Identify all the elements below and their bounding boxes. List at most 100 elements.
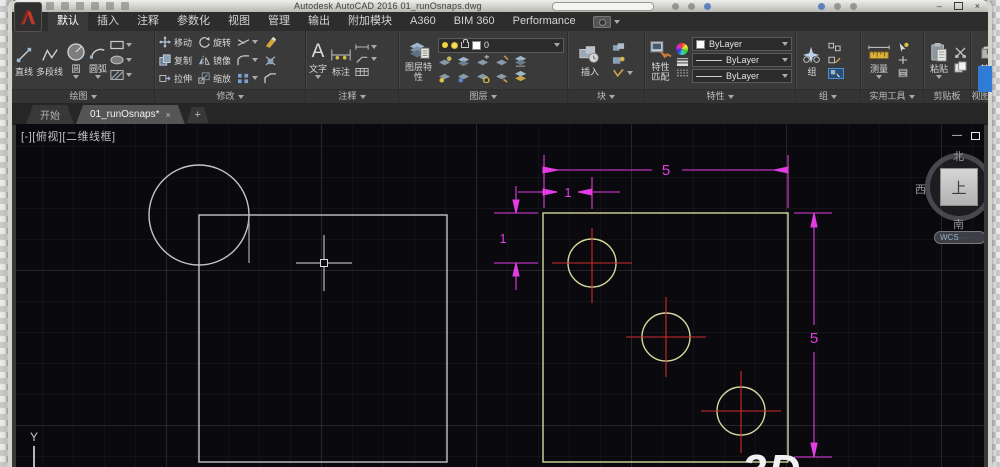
linear-dim-button[interactable] bbox=[355, 43, 377, 51]
paste-button[interactable]: 粘贴 bbox=[927, 41, 951, 79]
match-properties-button[interactable]: 特性匹配 bbox=[648, 39, 673, 82]
panel-label-modify[interactable]: 修改 bbox=[155, 89, 305, 103]
tab-annotate[interactable]: 注释 bbox=[128, 12, 168, 31]
layer-tool-icon[interactable] bbox=[514, 55, 529, 68]
array-button[interactable] bbox=[237, 73, 258, 84]
text-button[interactable]: A 文字 bbox=[309, 41, 327, 79]
block-attributes-button[interactable] bbox=[612, 68, 633, 78]
minimize-button[interactable]: – bbox=[937, 1, 942, 11]
measure-button[interactable]: 测量 bbox=[864, 41, 894, 79]
layer-dropdown[interactable]: 0 bbox=[438, 38, 564, 53]
cut-icon[interactable] bbox=[954, 47, 967, 58]
panel-label-utilities[interactable]: 实用工具 bbox=[861, 89, 923, 103]
layer-properties-button[interactable]: 图层特性 bbox=[402, 39, 435, 82]
lineweight-icon[interactable] bbox=[676, 57, 689, 66]
point-style-button[interactable] bbox=[897, 55, 909, 65]
stretch-button[interactable]: 拉伸 bbox=[159, 69, 192, 87]
edit-block-button[interactable] bbox=[612, 55, 633, 65]
tab-bim360[interactable]: BIM 360 bbox=[445, 12, 504, 31]
viewport-minimize-icon[interactable]: — bbox=[952, 130, 962, 141]
tab-manage[interactable]: 管理 bbox=[259, 12, 299, 31]
layer-unlock-icon[interactable] bbox=[461, 42, 469, 48]
file-tab-close-icon[interactable]: × bbox=[166, 110, 171, 120]
infocenter-search-input[interactable] bbox=[552, 2, 654, 11]
copy-button[interactable]: 复制 bbox=[159, 51, 192, 69]
recorder-button[interactable] bbox=[593, 12, 620, 31]
fillet-button[interactable] bbox=[237, 55, 258, 66]
layer-tool-icon[interactable] bbox=[495, 55, 510, 68]
linetype-dropdown[interactable]: ByLayer bbox=[692, 69, 792, 83]
panel-label-properties[interactable]: 特性 bbox=[645, 89, 795, 103]
layer-tool-icon[interactable] bbox=[495, 70, 510, 83]
panel-label-group[interactable]: 组 bbox=[796, 89, 860, 103]
layer-tool-icon[interactable] bbox=[476, 55, 491, 68]
layer-tool-icon[interactable] bbox=[438, 70, 453, 83]
scale-button[interactable]: 缩放 bbox=[198, 69, 231, 87]
drawing-canvas[interactable]: 5 1 1 5 [-][俯视][二维线框] — × 北 南 西 东 上 WCS … bbox=[16, 124, 984, 467]
table-button[interactable] bbox=[355, 67, 377, 77]
panel-label-block[interactable]: 块 bbox=[568, 89, 644, 103]
viewcube-west-label[interactable]: 西 bbox=[915, 181, 926, 197]
arc-button[interactable]: 圆弧 bbox=[89, 41, 107, 79]
hatch-button[interactable] bbox=[110, 69, 132, 81]
tab-performance[interactable]: Performance bbox=[504, 12, 585, 31]
object-color-dropdown[interactable]: ByLayer bbox=[692, 37, 792, 51]
new-drawing-tab-button[interactable]: + bbox=[187, 107, 209, 123]
tab-view[interactable]: 视图 bbox=[219, 12, 259, 31]
panel-label-draw[interactable]: 绘图 bbox=[12, 89, 154, 103]
wcs-dropdown[interactable]: WCS ··· bbox=[934, 231, 984, 244]
layer-tool-icon[interactable] bbox=[438, 55, 453, 68]
group-button[interactable]: 组 bbox=[799, 44, 825, 77]
quick-access-toolbar[interactable] bbox=[46, 2, 129, 10]
mirror-button[interactable]: 镜像 bbox=[198, 51, 231, 69]
calculator-button[interactable] bbox=[897, 68, 909, 78]
panel-label-layers[interactable]: 图层 bbox=[399, 89, 567, 103]
trim-button[interactable] bbox=[237, 37, 258, 48]
viewcube-north-label[interactable]: 北 bbox=[953, 148, 964, 164]
tab-insert[interactable]: 插入 bbox=[88, 12, 128, 31]
viewport-controls-label[interactable]: [-][俯视][二维线框] bbox=[21, 128, 116, 144]
panel-label-annotate[interactable]: 注释 bbox=[306, 89, 398, 103]
tab-addins[interactable]: 附加模块 bbox=[339, 12, 401, 31]
move-button[interactable]: 移动 bbox=[159, 33, 192, 51]
color-wheel-icon[interactable] bbox=[676, 43, 689, 55]
application-menu-button[interactable] bbox=[14, 2, 42, 32]
close-button[interactable]: × bbox=[975, 1, 980, 11]
chamfer-button[interactable] bbox=[264, 73, 277, 84]
lineweight-dropdown[interactable]: ByLayer bbox=[692, 53, 792, 67]
ungroup-button[interactable] bbox=[828, 42, 844, 52]
polyline-button[interactable]: 多段线 bbox=[36, 44, 63, 77]
tab-parametric[interactable]: 参数化 bbox=[168, 12, 219, 31]
file-tab-start[interactable]: 开始 bbox=[26, 105, 74, 124]
layer-tool-icon[interactable] bbox=[514, 70, 529, 83]
layer-on-icon[interactable] bbox=[442, 42, 448, 48]
group-edit-button[interactable] bbox=[828, 55, 844, 65]
insert-block-button[interactable]: 插入 bbox=[571, 44, 609, 77]
tab-output[interactable]: 输出 bbox=[299, 12, 339, 31]
infocenter-icons[interactable] bbox=[672, 3, 711, 10]
copy-clip-icon[interactable] bbox=[954, 61, 967, 73]
rectangle-button[interactable] bbox=[110, 39, 132, 51]
group-selection-toggle[interactable] bbox=[828, 68, 844, 79]
viewcube-top-face[interactable]: 上 bbox=[940, 168, 978, 206]
linetype-icon[interactable] bbox=[676, 68, 689, 77]
layer-color-swatch[interactable] bbox=[472, 41, 481, 50]
dimension-button[interactable]: 标注 bbox=[330, 44, 352, 77]
tab-a360[interactable]: A360 bbox=[401, 12, 445, 31]
rotate-button[interactable]: 旋转 bbox=[198, 33, 231, 51]
gray-square[interactable] bbox=[199, 215, 447, 462]
panel-label-clipboard[interactable]: 剪贴板 bbox=[924, 89, 970, 103]
leader-button[interactable] bbox=[355, 54, 377, 64]
tab-default[interactable]: 默认 bbox=[48, 12, 88, 31]
layer-tool-icon[interactable] bbox=[457, 55, 472, 68]
line-button[interactable]: 直线 bbox=[15, 44, 33, 77]
viewport-restore-icon[interactable] bbox=[971, 132, 980, 140]
create-block-button[interactable] bbox=[612, 42, 633, 52]
help-icons[interactable] bbox=[818, 3, 857, 10]
viewcube-south-label[interactable]: 南 bbox=[953, 216, 964, 232]
file-tab-drawing[interactable]: 01_runOsnaps* × bbox=[76, 105, 185, 124]
explode-button[interactable] bbox=[264, 54, 277, 66]
circle-button[interactable]: 圆 bbox=[66, 41, 86, 79]
layer-tool-icon[interactable] bbox=[476, 70, 491, 83]
erase-button[interactable] bbox=[264, 36, 277, 48]
